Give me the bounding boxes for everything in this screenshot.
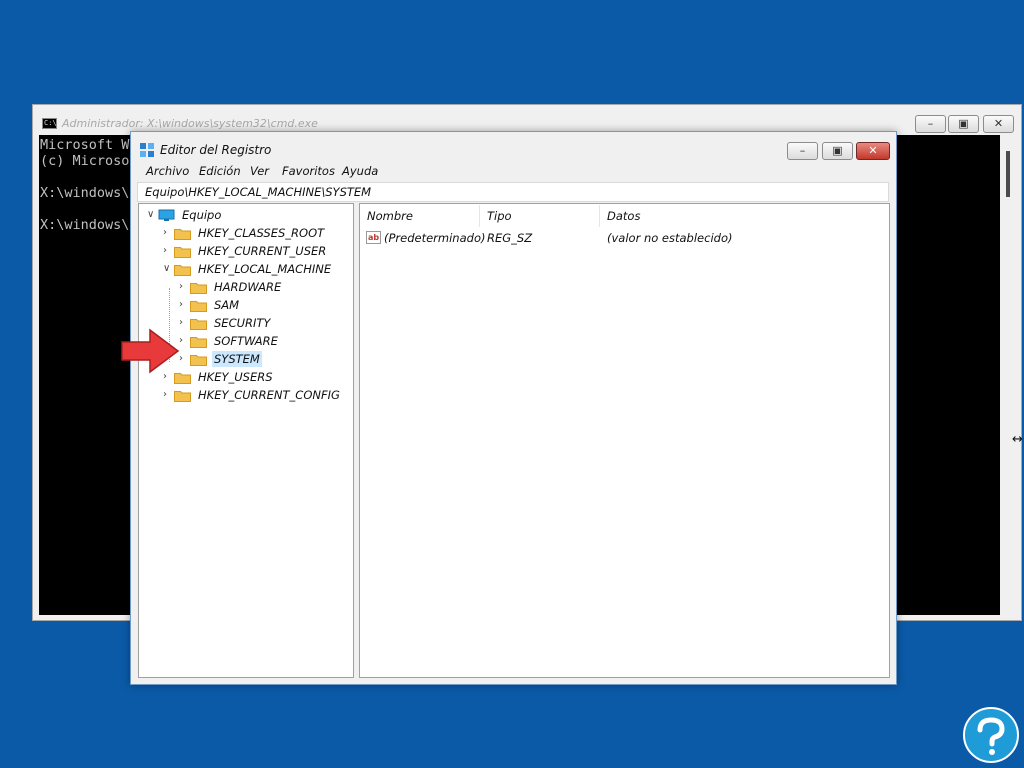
folder-icon <box>190 355 207 366</box>
tree-node-label: HKEY_LOCAL_MACHINE <box>198 262 332 276</box>
chevron-right-icon[interactable]: › <box>179 282 187 292</box>
tree-node-label: HARDWARE <box>214 280 282 294</box>
minimize-button[interactable]: – <box>787 142 818 160</box>
tree-node-label: SECURITY <box>214 316 271 330</box>
chevron-down-icon[interactable]: ∨ <box>147 210 155 220</box>
tree-node-label: HKEY_USERS <box>198 370 273 384</box>
folder-icon <box>190 283 207 294</box>
folder-icon <box>190 337 207 348</box>
menu-favoritos[interactable]: Favoritos <box>282 164 335 178</box>
tree-pane[interactable]: ∨ Equipo › HKEY_CLASSES_ROOT › HKEY_CURR… <box>138 203 354 678</box>
tree-node-label: SOFTWARE <box>214 334 278 348</box>
folder-open-icon <box>174 265 191 276</box>
column-header-nombre[interactable]: Nombre <box>360 205 480 227</box>
regedit-title-bar[interactable]: Editor del Registro – ▣ ✕ <box>131 132 896 162</box>
console-line: X:\windows\s <box>40 217 138 233</box>
solvetic-logo-icon <box>963 707 1019 763</box>
tree-node-label: HKEY_CURRENT_USER <box>198 244 327 258</box>
menu-ayuda[interactable]: Ayuda <box>342 164 378 178</box>
chevron-right-icon[interactable]: › <box>163 228 171 238</box>
tree-node-label: SAM <box>214 298 240 312</box>
registry-editor-icon <box>140 143 154 157</box>
red-arrow-icon <box>121 328 180 374</box>
folder-icon <box>174 229 191 240</box>
chevron-right-icon[interactable]: › <box>179 300 187 310</box>
column-header-tipo[interactable]: Tipo <box>480 205 600 227</box>
folder-icon <box>174 247 191 258</box>
tree-node-label: Equipo <box>182 208 222 222</box>
ab-string-icon: ab <box>366 231 381 244</box>
menu-bar: Archivo Edición Ver Favoritos Ayuda <box>137 162 888 182</box>
menu-edicion[interactable]: Edición <box>199 164 241 178</box>
console-line: (c) Microsof <box>40 153 138 169</box>
chevron-right-icon[interactable]: › <box>163 390 171 400</box>
folder-icon <box>174 391 191 402</box>
regedit-window[interactable]: Editor del Registro – ▣ ✕ Archivo Edició… <box>130 131 897 685</box>
maximize-button[interactable]: ▣ <box>822 142 853 160</box>
maximize-button[interactable]: ▣ <box>948 115 979 133</box>
menu-ver[interactable]: Ver <box>250 164 269 178</box>
value-name: (Predeterminado) <box>384 231 486 245</box>
minimize-button[interactable]: – <box>915 115 946 133</box>
column-header-datos[interactable]: Datos <box>600 205 889 227</box>
vertical-scrollbar[interactable] <box>1000 135 1017 615</box>
folder-icon <box>190 319 207 330</box>
tree-node-label: SYSTEM <box>212 351 262 367</box>
folder-icon <box>190 301 207 312</box>
chevron-right-icon[interactable]: › <box>163 246 171 256</box>
chevron-right-icon[interactable]: › <box>179 318 187 328</box>
menu-archivo[interactable]: Archivo <box>146 164 189 178</box>
resize-cursor-icon: ↔ <box>1012 432 1023 447</box>
close-button[interactable]: ✕ <box>983 115 1014 133</box>
computer-icon <box>158 209 175 221</box>
console-line: Microsoft Wi <box>40 137 138 153</box>
values-list-pane[interactable]: Nombre Tipo Datos ab (Predeterminado) RE… <box>359 203 890 678</box>
list-row[interactable]: ab (Predeterminado) REG_SZ (valor no est… <box>360 228 889 248</box>
close-button[interactable]: ✕ <box>856 142 890 160</box>
cmd-title: Administrador: X:\windows\system32\cmd.e… <box>62 117 318 130</box>
value-type: REG_SZ <box>487 231 533 245</box>
value-data: (valor no establecido) <box>607 231 733 245</box>
chevron-down-icon[interactable]: ∨ <box>163 264 171 274</box>
tree-node-label: HKEY_CLASSES_ROOT <box>198 226 325 240</box>
tree-node-label: HKEY_CURRENT_CONFIG <box>198 388 340 402</box>
cmd-icon: C:\ <box>42 118 57 129</box>
console-line: X:\windows\s <box>40 185 138 201</box>
scrollbar-thumb[interactable] <box>1006 151 1010 197</box>
address-bar[interactable]: Equipo\HKEY_LOCAL_MACHINE\SYSTEM <box>137 182 889 202</box>
regedit-title: Editor del Registro <box>160 143 272 157</box>
